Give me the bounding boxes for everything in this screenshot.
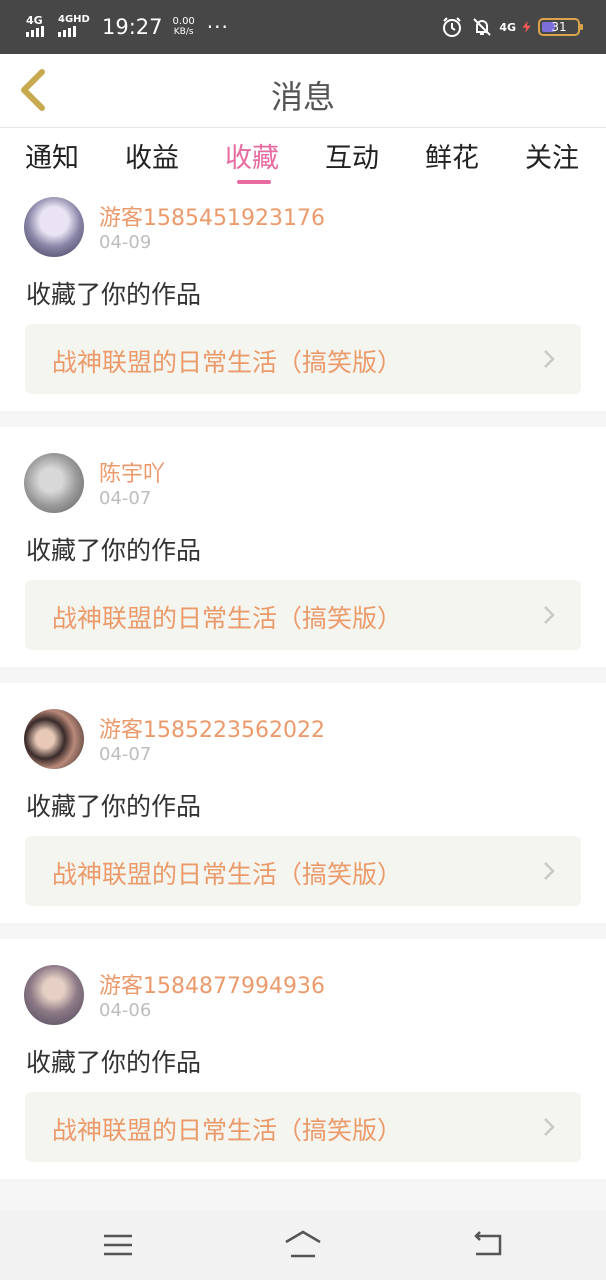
charging-icon [522, 21, 531, 33]
menu-icon[interactable] [98, 1228, 138, 1262]
clock: 19:27 [102, 15, 163, 39]
alarm-icon [443, 17, 462, 37]
work-link[interactable]: 战神联盟的日常生活（搞笑版） [25, 1092, 581, 1162]
mute-bell-icon [473, 18, 492, 36]
signal-hd-label: 4GHD [58, 14, 90, 25]
message-card: 游客1584877994936 04-06 收藏了你的作品 战神联盟的日常生活（… [0, 939, 606, 1179]
battery-icon: 31 [538, 18, 583, 36]
message-date: 04-09 [99, 232, 152, 253]
message-date: 04-06 [99, 1000, 152, 1021]
work-link[interactable]: 战神联盟的日常生活（搞笑版） [25, 836, 581, 906]
work-link[interactable]: 战神联盟的日常生活（搞笑版） [25, 580, 581, 650]
tab-notice[interactable]: 通知 [25, 136, 79, 175]
avatar[interactable] [24, 709, 84, 769]
signal-icon: 4G [26, 14, 54, 39]
divider [0, 923, 606, 939]
chevron-right-icon [544, 350, 555, 368]
message-card: 游客1585451923176 04-09 收藏了你的作品 战神联盟的日常生活（… [0, 186, 606, 411]
tab-interaction[interactable]: 互动 [325, 136, 379, 175]
speed-value: 0.00 [172, 16, 195, 27]
message-text: 收藏了你的作品 [26, 792, 202, 821]
divider [0, 667, 606, 683]
avatar[interactable] [24, 197, 84, 257]
page-title: 消息 [270, 78, 335, 116]
more-notifications-icon: ··· [206, 15, 229, 39]
message-card: 游客1585223562022 04-07 收藏了你的作品 战神联盟的日常生活（… [0, 683, 606, 923]
header: 消息 [0, 54, 606, 128]
tab-flowers[interactable]: 鲜花 [425, 136, 479, 175]
home-icon[interactable] [283, 1228, 323, 1262]
message-text: 收藏了你的作品 [26, 280, 202, 309]
divider [0, 1179, 606, 1210]
speed-unit: KB/s [173, 27, 194, 37]
tab-favorites[interactable]: 收藏 [225, 136, 279, 175]
tab-follow[interactable]: 关注 [525, 136, 579, 175]
avatar[interactable] [24, 965, 84, 1025]
signal-hd-icon: 4GHD [58, 14, 92, 39]
chevron-right-icon [544, 862, 555, 880]
network-speed: 0.00 KB/s [173, 16, 195, 38]
message-date: 04-07 [99, 744, 152, 765]
message-card: 陈宇吖 04-07 收藏了你的作品 战神联盟的日常生活（搞笑版） [0, 427, 606, 667]
battery-level: 31 [551, 20, 567, 34]
chevron-right-icon [544, 606, 555, 624]
work-link[interactable]: 战神联盟的日常生活（搞笑版） [25, 324, 581, 394]
work-title: 战神联盟的日常生活（搞笑版） [52, 604, 403, 633]
tab-bar: 通知 收益 收藏 互动 鲜花 关注 [0, 128, 606, 186]
message-text: 收藏了你的作品 [26, 536, 202, 565]
username[interactable]: 游客1584877994936 [99, 968, 325, 1000]
tab-earnings[interactable]: 收益 [125, 136, 179, 175]
message-text: 收藏了你的作品 [26, 1048, 202, 1077]
work-title: 战神联盟的日常生活（搞笑版） [52, 860, 403, 889]
chevron-right-icon [544, 1118, 555, 1136]
network-type: 4G [499, 20, 516, 34]
back-nav-icon[interactable] [468, 1228, 508, 1262]
username[interactable]: 游客1585451923176 [99, 200, 325, 232]
message-date: 04-07 [99, 488, 152, 509]
username[interactable]: 陈宇吖 [99, 456, 165, 488]
divider [0, 411, 606, 427]
system-nav-bar [0, 1210, 606, 1280]
status-bar: 4G 4GHD 19:27 0.00 KB/s ··· 4G 31 [0, 0, 606, 54]
avatar[interactable] [24, 453, 84, 513]
work-title: 战神联盟的日常生活（搞笑版） [52, 348, 403, 377]
work-title: 战神联盟的日常生活（搞笑版） [52, 1116, 403, 1145]
username[interactable]: 游客1585223562022 [99, 712, 325, 744]
active-tab-indicator [237, 180, 271, 184]
